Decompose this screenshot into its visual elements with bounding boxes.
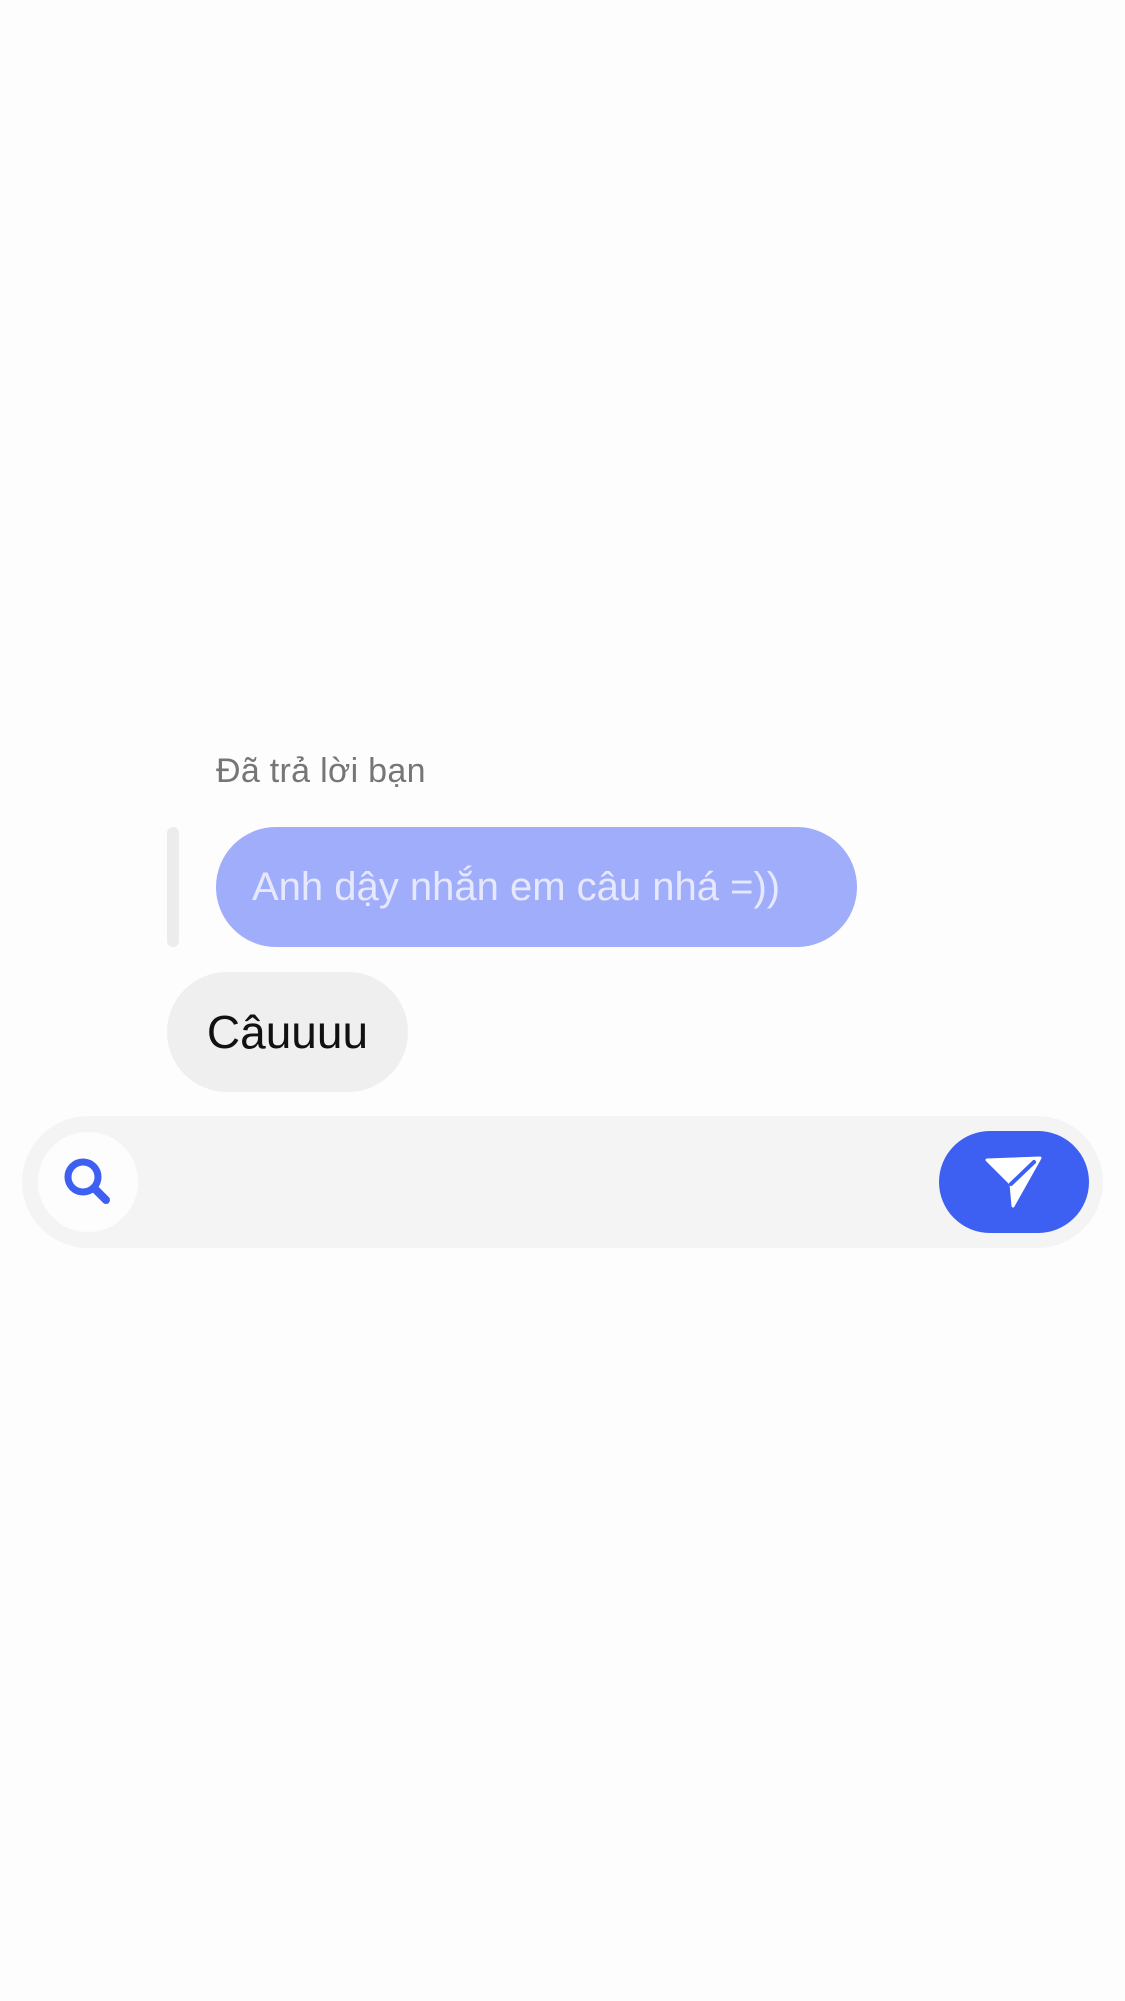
quoted-message-text: Anh dậy nhắn em câu nhá =)) xyxy=(252,864,781,909)
reply-indicator-bar xyxy=(167,827,179,947)
quoted-message-bubble[interactable]: Anh dậy nhắn em câu nhá =)) xyxy=(216,827,857,947)
send-icon xyxy=(985,1156,1042,1208)
reply-caption: Đã trả lời bạn xyxy=(216,752,426,790)
search-button[interactable] xyxy=(38,1132,138,1232)
send-button[interactable] xyxy=(939,1131,1089,1233)
chat-screen: Đã trả lời bạn Anh dậy nhắn em câu nhá =… xyxy=(0,0,1125,2001)
message-text: Câuuuu xyxy=(206,1006,369,1058)
message-bubble[interactable]: Câuuuu xyxy=(167,972,408,1092)
search-icon xyxy=(64,1158,110,1204)
message-composer xyxy=(22,1116,1103,1248)
message-input[interactable] xyxy=(152,1132,932,1232)
